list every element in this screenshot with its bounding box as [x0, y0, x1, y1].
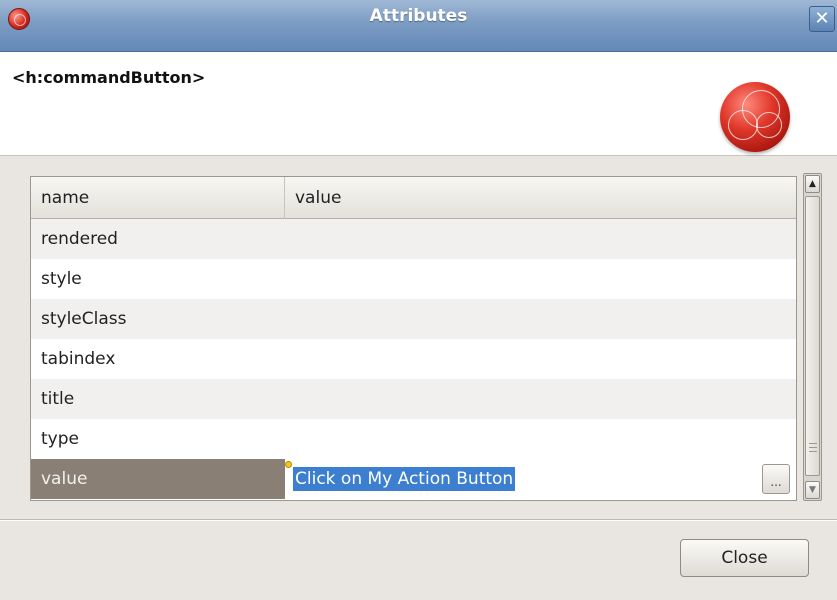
column-header-value[interactable]: value [285, 177, 796, 219]
attribute-name: title [41, 389, 75, 409]
attribute-value-editor[interactable]: Click on My Action Button ... [285, 459, 796, 499]
value-input[interactable]: Click on My Action Button [293, 467, 516, 491]
window-title: Attributes [369, 6, 468, 26]
attribute-value[interactable] [285, 339, 796, 379]
attributes-table: name value rendered style styleClass tab… [31, 177, 796, 500]
column-header-name[interactable]: name [31, 177, 285, 219]
edit-marker-icon [285, 461, 292, 468]
title-bar: Attributes ✕ [0, 0, 837, 52]
attribute-value[interactable] [285, 259, 796, 299]
scroll-up-button[interactable]: ▲ [805, 175, 820, 193]
component-name: <h:commandButton> [12, 68, 206, 87]
table-header: name value [31, 177, 796, 219]
table-row-selected[interactable]: value Click on My Action Button ... [31, 459, 796, 499]
scroll-thumb[interactable] [805, 196, 820, 476]
table-row[interactable]: type [31, 419, 796, 459]
attribute-value[interactable] [285, 299, 796, 339]
table-row[interactable]: tabindex [31, 339, 796, 379]
grip-line [809, 451, 817, 452]
table-row[interactable]: title [31, 379, 796, 419]
attribute-name: type [41, 429, 79, 449]
attribute-name: tabindex [41, 349, 116, 369]
close-button[interactable]: Close [680, 539, 809, 577]
grip-line [809, 443, 817, 444]
attributes-table-frame: name value rendered style styleClass tab… [30, 176, 797, 501]
grip-line [809, 447, 817, 448]
dialog-header: <h:commandButton> [0, 52, 837, 156]
attribute-value[interactable] [285, 219, 796, 259]
window-close-button[interactable]: ✕ [809, 6, 835, 32]
attribute-value[interactable] [285, 419, 796, 459]
table-row[interactable]: style [31, 259, 796, 299]
footer-divider [0, 519, 837, 521]
attribute-name: styleClass [41, 309, 127, 329]
attribute-value[interactable] [285, 379, 796, 419]
jsf-logo-icon [720, 82, 790, 152]
table-row[interactable]: rendered [31, 219, 796, 259]
attribute-name: style [41, 269, 82, 289]
attribute-name: rendered [41, 229, 118, 249]
scroll-down-button[interactable]: ▼ [805, 481, 820, 499]
attribute-name: value [31, 459, 285, 499]
vertical-scrollbar[interactable]: ▲ ▼ [803, 173, 822, 501]
table-row[interactable]: styleClass [31, 299, 796, 339]
ellipsis-button[interactable]: ... [762, 464, 790, 494]
